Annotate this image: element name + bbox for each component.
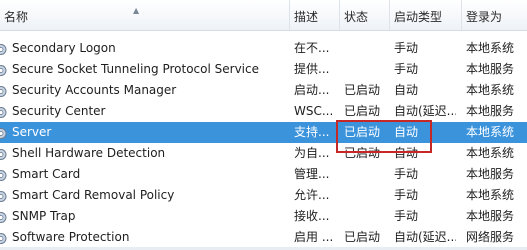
column-header-status[interactable]: 状态 — [340, 0, 390, 30]
service-name: Security Accounts Manager — [12, 83, 177, 97]
service-description: 接收... — [294, 209, 330, 223]
service-description: 启动... — [294, 83, 330, 97]
sort-ascending-icon: ▲ — [133, 6, 140, 15]
column-header-name[interactable]: 名称 — [0, 0, 290, 30]
service-log-on-as: 本地服务 — [466, 62, 515, 76]
service-description: 支持... — [294, 125, 330, 139]
service-gear-icon — [0, 189, 8, 202]
service-gear-icon — [0, 231, 8, 244]
service-name: Secondary Logon — [12, 41, 116, 55]
service-row[interactable]: Smart Card Removal Policy 允许... 手动 本地系统 — [0, 185, 527, 206]
service-name: Software Protection — [12, 230, 130, 244]
service-startup-type: 自动(延迟... — [394, 230, 456, 244]
service-log-on-as: 网络服务 — [466, 230, 515, 244]
service-name: SNMP Trap — [12, 209, 76, 223]
service-startup-type: 自动(延迟... — [394, 104, 456, 118]
service-startup-type: 手动 — [394, 209, 419, 223]
service-log-on-as: 本地系统 — [466, 146, 515, 160]
service-status — [344, 59, 388, 80]
service-status — [344, 164, 388, 185]
service-gear-icon — [0, 42, 8, 55]
service-log-on-as: 本地服务 — [466, 209, 515, 223]
service-startup-type: 自动 — [394, 125, 419, 139]
service-log-on-as: 本地系统 — [466, 125, 515, 139]
service-description: 允许... — [294, 188, 330, 202]
service-name-cell: Security Center — [0, 101, 290, 122]
service-name-cell: Smart Card Removal Policy — [0, 185, 290, 206]
service-name: Smart Card Removal Policy — [12, 188, 175, 202]
service-name-cell: Smart Card — [0, 164, 290, 185]
service-status: 已启动 — [344, 125, 381, 139]
service-log-on-as: 本地系统 — [466, 83, 515, 97]
service-row[interactable]: Smart Card 管理... 手动 本地服务 — [0, 164, 527, 185]
service-status: 已启动 — [344, 146, 381, 160]
service-row[interactable]: Shell Hardware Detection 为自... 已启动 自动 本地系统 — [0, 143, 527, 164]
service-gear-icon — [0, 105, 8, 118]
service-row[interactable]: Security Accounts Manager 启动... 已启动 自动 本地系统 — [0, 80, 527, 101]
service-name: Security Center — [12, 104, 106, 118]
service-gear-icon — [0, 84, 8, 97]
service-row[interactable]: SNMP Trap 接收... 手动 本地服务 — [0, 206, 527, 227]
service-name-cell: Shell Hardware Detection — [0, 143, 290, 164]
service-gear-icon — [0, 126, 8, 139]
service-status: 已启动 — [344, 230, 381, 244]
service-startup-type: 手动 — [394, 62, 419, 76]
service-description: 管理... — [294, 167, 330, 181]
service-startup-type: 手动 — [394, 41, 419, 55]
service-row[interactable]: Secondary Logon 在不... 手动 本地系统 — [0, 38, 527, 59]
service-status — [344, 206, 388, 227]
service-gear-icon — [0, 147, 8, 160]
service-description: 在不... — [294, 41, 330, 55]
service-description: 为自... — [294, 146, 330, 160]
service-name-cell: Secure Socket Tunneling Protocol Service — [0, 59, 290, 80]
service-description: 提供... — [294, 62, 330, 76]
service-name: Server — [12, 125, 52, 139]
service-status: 已启动 — [344, 83, 381, 97]
service-startup-type: 手动 — [394, 167, 419, 181]
service-name-cell: Secondary Logon — [0, 38, 290, 59]
service-startup-type: 自动 — [394, 146, 419, 160]
service-name: Secure Socket Tunneling Protocol Service — [12, 62, 259, 76]
service-name: Smart Card — [12, 167, 81, 181]
service-log-on-as: 本地服务 — [466, 167, 515, 181]
service-status — [344, 38, 388, 59]
column-header-description[interactable]: 描述 — [290, 0, 340, 30]
service-name-cell: Server — [0, 122, 290, 143]
column-header-bar: 名称 ▲ 描述 状态 启动类型 登录为 — [0, 0, 527, 31]
service-gear-icon — [0, 63, 8, 76]
service-gear-icon — [0, 210, 8, 223]
service-name: Shell Hardware Detection — [12, 146, 166, 160]
column-header-startup-type[interactable]: 启动类型 — [390, 0, 462, 30]
service-log-on-as: 本地系统 — [466, 41, 515, 55]
service-status: 已启动 — [344, 104, 381, 118]
service-name-cell: SNMP Trap — [0, 206, 290, 227]
service-startup-type: 手动 — [394, 188, 419, 202]
service-name-cell: Software Protection — [0, 227, 290, 248]
service-gear-icon — [0, 168, 8, 181]
service-status — [344, 185, 388, 206]
service-row[interactable]: Software Protection 启用 ... 已启动 自动(延迟... 网络服务 — [0, 227, 527, 248]
service-row[interactable]: Secure Socket Tunneling Protocol Service… — [0, 59, 527, 80]
service-description: 启用 ... — [294, 230, 334, 244]
service-name-cell: Security Accounts Manager — [0, 80, 290, 101]
service-description: WSC... — [294, 104, 334, 118]
service-row[interactable]: Security Center WSC... 已启动 自动(延迟... 本地服务 — [0, 101, 527, 122]
service-row[interactable]: Server 支持... 已启动 自动 本地系统 — [0, 122, 527, 143]
service-startup-type: 自动 — [394, 83, 419, 97]
column-header-log-on-as[interactable]: 登录为 — [462, 0, 527, 30]
service-log-on-as: 本地系统 — [466, 188, 515, 202]
service-log-on-as: 本地服务 — [466, 104, 515, 118]
